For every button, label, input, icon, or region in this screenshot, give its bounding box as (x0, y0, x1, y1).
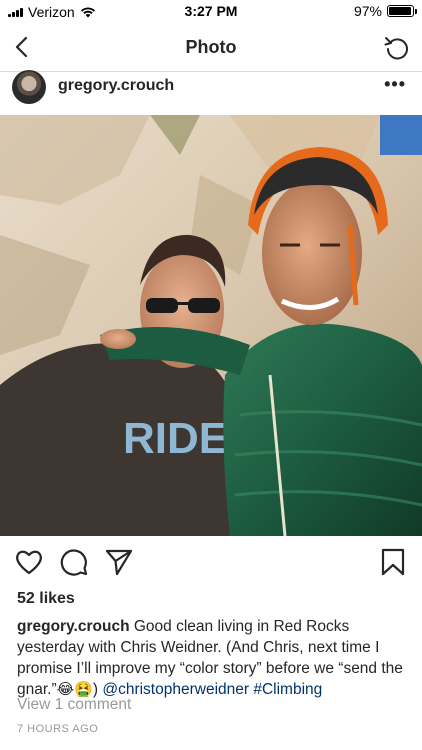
view-comments-link[interactable]: View 1 comment (17, 696, 131, 714)
more-options-icon[interactable]: ••• (384, 74, 406, 95)
battery-percent: 97% (353, 3, 382, 19)
share-icon[interactable] (103, 546, 135, 578)
status-right: 97% (353, 3, 417, 19)
refresh-icon[interactable] (382, 33, 412, 63)
comment-icon[interactable] (58, 546, 90, 578)
battery-icon (387, 5, 417, 17)
nav-bar: Photo (0, 22, 422, 72)
post-caption: gregory.crouch Good clean living in Red … (17, 616, 413, 700)
page-title: Photo (185, 37, 237, 57)
likes-count[interactable]: 52 likes (17, 590, 75, 608)
post-timestamp: 7 HOURS AGO (17, 723, 99, 735)
photo-illustration: RIDE (0, 115, 422, 536)
status-bar: Verizon 3:27 PM 97% (0, 0, 422, 22)
heart-icon[interactable] (13, 546, 45, 578)
caption-username[interactable]: gregory.crouch (17, 618, 130, 635)
bookmark-icon[interactable] (377, 546, 409, 578)
battery-fill (389, 7, 412, 15)
avatar[interactable] (12, 70, 46, 104)
post-username[interactable]: gregory.crouch (58, 77, 174, 95)
post-photo[interactable]: RIDE (0, 115, 422, 536)
shirt-graphic-text: RIDE (123, 414, 228, 463)
post-actions (0, 546, 422, 582)
hashtag-link[interactable]: #Climbing (253, 681, 322, 698)
post-header: gregory.crouch ••• (0, 70, 422, 114)
